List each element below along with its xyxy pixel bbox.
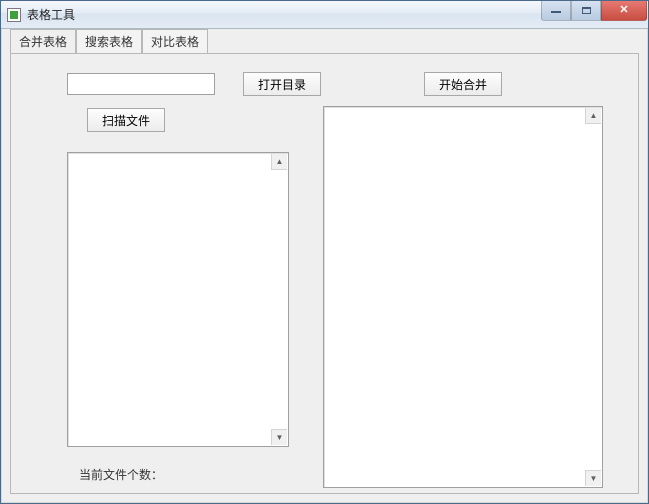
tab-search[interactable]: 搜索表格: [76, 29, 142, 54]
scan-files-button[interactable]: 扫描文件: [87, 108, 165, 132]
close-icon: ✕: [619, 5, 628, 16]
start-merge-button[interactable]: 开始合并: [424, 72, 502, 96]
path-input[interactable]: [67, 73, 215, 95]
start-row: 开始合并: [323, 72, 603, 96]
tab-label: 合并表格: [19, 35, 67, 49]
right-column: 开始合并 ▲ ▼: [323, 66, 603, 488]
minimize-button[interactable]: [541, 1, 571, 21]
maximize-button[interactable]: [571, 1, 601, 21]
tab-merge[interactable]: 合并表格: [10, 29, 76, 54]
file-list-left[interactable]: ▲ ▼: [67, 152, 289, 447]
window-title: 表格工具: [27, 6, 75, 23]
status-label: 当前文件个数：: [79, 466, 163, 483]
tab-label: 搜索表格: [85, 35, 133, 49]
result-list-right[interactable]: ▲ ▼: [323, 106, 603, 488]
tab-compare[interactable]: 对比表格: [142, 29, 208, 54]
tab-bar: 合并表格 搜索表格 对比表格: [2, 29, 647, 53]
close-button[interactable]: ✕: [601, 1, 647, 21]
app-window: 表格工具 ✕ 合并表格 搜索表格 对比表格: [0, 0, 649, 504]
window-controls: ✕: [541, 1, 647, 21]
titlebar: 表格工具 ✕: [1, 1, 648, 29]
scroll-up-icon[interactable]: ▲: [271, 154, 287, 170]
merge-panel: 打开目录 扫描文件 ▲ ▼ 开始合并 ▲ ▼: [10, 53, 639, 494]
client-area: 合并表格 搜索表格 对比表格 打开目录 扫描文件 ▲ ▼: [1, 29, 648, 503]
open-dir-button[interactable]: 打开目录: [243, 72, 321, 96]
scroll-up-icon[interactable]: ▲: [585, 108, 601, 124]
app-icon: [7, 8, 21, 22]
file-count-label: 当前文件个数：: [79, 468, 163, 482]
tab-panel-wrap: 打开目录 扫描文件 ▲ ▼ 开始合并 ▲ ▼: [10, 53, 639, 494]
maximize-icon: [582, 7, 591, 14]
title-left: 表格工具: [7, 6, 75, 23]
scroll-down-icon[interactable]: ▼: [271, 429, 287, 445]
scroll-down-icon[interactable]: ▼: [585, 470, 601, 486]
minimize-icon: [551, 11, 561, 13]
tab-label: 对比表格: [151, 35, 199, 49]
